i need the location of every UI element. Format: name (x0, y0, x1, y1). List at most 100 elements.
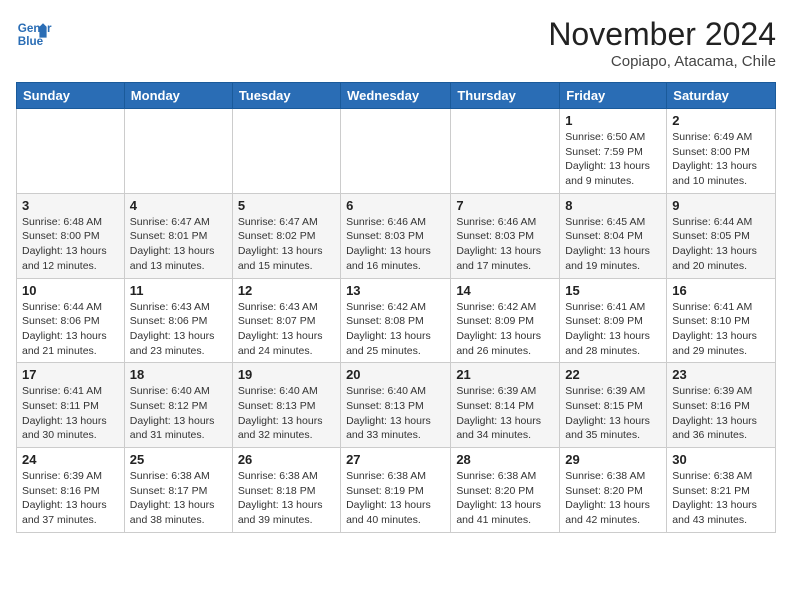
calendar-week-3: 10 Sunrise: 6:44 AM Sunset: 8:06 PM Dayli… (17, 278, 776, 363)
calendar-cell: 4 Sunrise: 6:47 AM Sunset: 8:01 PM Daylig… (124, 193, 232, 278)
day-number: 14 (456, 283, 554, 298)
calendar-cell: 8Sunrise: 6:45 AM Sunset: 8:04 PM Daylig… (560, 193, 667, 278)
calendar-cell: 30Sunrise: 6:38 AM Sunset: 8:21 PM Dayli… (667, 448, 776, 533)
day-info: Sunrise: 6:41 AM Sunset: 8:11 PM Dayligh… (22, 384, 119, 443)
day-info: Sunrise: 6:39 AM Sunset: 8:15 PM Dayligh… (565, 384, 661, 443)
day-info: Sunrise: 6:38 AM Sunset: 8:20 PM Dayligh… (456, 469, 554, 528)
weekday-header-friday: Friday (560, 83, 667, 109)
day-info: Sunrise: 6:47 AM Sunset: 8:01 PM Dayligh… (130, 215, 227, 274)
calendar-cell: 19 Sunrise: 6:40 AM Sunset: 8:13 PM Dayli… (232, 363, 340, 448)
day-info: Sunrise: 6:47 AM Sunset: 8:02 PM Dayligh… (238, 215, 335, 274)
day-number: 16 (672, 283, 770, 298)
calendar-cell: 27 Sunrise: 6:38 AM Sunset: 8:19 PM Dayli… (341, 448, 451, 533)
day-number: 7 (456, 198, 554, 213)
calendar-cell (232, 109, 340, 194)
day-number: 10 (22, 283, 119, 298)
calendar-cell: 29 Sunrise: 6:38 AM Sunset: 8:20 PM Dayli… (560, 448, 667, 533)
day-info: Sunrise: 6:43 AM Sunset: 8:06 PM Dayligh… (130, 300, 227, 359)
day-info: Sunrise: 6:41 AM Sunset: 8:09 PM Dayligh… (565, 300, 661, 359)
day-info: Sunrise: 6:43 AM Sunset: 8:07 PM Dayligh… (238, 300, 335, 359)
calendar-cell: 1 Sunrise: 6:50 AM Sunset: 7:59 PM Daylig… (560, 109, 667, 194)
day-info: Sunrise: 6:48 AM Sunset: 8:00 PM Dayligh… (22, 215, 119, 274)
calendar-cell: 3 Sunrise: 6:48 AM Sunset: 8:00 PM Daylig… (17, 193, 125, 278)
calendar-table: SundayMondayTuesdayWednesdayThursdayFrid… (16, 82, 776, 533)
location-subtitle: Copiapo, Atacama, Chile (548, 53, 776, 70)
weekday-header-row: SundayMondayTuesdayWednesdayThursdayFrid… (17, 83, 776, 109)
page-header: General Blue November 2024 Copiapo, Atac… (16, 16, 776, 70)
calendar-cell: 17 Sunrise: 6:41 AM Sunset: 8:11 PM Dayli… (17, 363, 125, 448)
weekday-header-thursday: Thursday (451, 83, 560, 109)
svg-text:General: General (18, 22, 52, 35)
calendar-cell: 2 Sunrise: 6:49 AM Sunset: 8:00 PM Daylig… (667, 109, 776, 194)
weekday-header-saturday: Saturday (667, 83, 776, 109)
day-info: Sunrise: 6:40 AM Sunset: 8:13 PM Dayligh… (238, 384, 335, 443)
calendar-cell: 18 Sunrise: 6:40 AM Sunset: 8:12 PM Dayli… (124, 363, 232, 448)
day-number: 15 (565, 283, 661, 298)
day-number: 19 (238, 367, 335, 382)
day-info: Sunrise: 6:46 AM Sunset: 8:03 PM Dayligh… (456, 215, 554, 274)
day-number: 4 (130, 198, 227, 213)
day-info: Sunrise: 6:38 AM Sunset: 8:19 PM Dayligh… (346, 469, 445, 528)
day-number: 26 (238, 452, 335, 467)
day-number: 1 (565, 113, 661, 128)
calendar-cell: 28 Sunrise: 6:38 AM Sunset: 8:20 PM Dayli… (451, 448, 560, 533)
month-title: November 2024 (548, 16, 776, 53)
day-info: Sunrise: 6:40 AM Sunset: 8:13 PM Dayligh… (346, 384, 445, 443)
day-info: Sunrise: 6:42 AM Sunset: 8:08 PM Dayligh… (346, 300, 445, 359)
day-info: Sunrise: 6:49 AM Sunset: 8:00 PM Dayligh… (672, 130, 770, 189)
calendar-cell (341, 109, 451, 194)
day-number: 22 (565, 367, 661, 382)
day-info: Sunrise: 6:50 AM Sunset: 7:59 PM Dayligh… (565, 130, 661, 189)
day-info: Sunrise: 6:40 AM Sunset: 8:12 PM Dayligh… (130, 384, 227, 443)
logo: General Blue (16, 16, 52, 52)
day-number: 23 (672, 367, 770, 382)
day-info: Sunrise: 6:39 AM Sunset: 8:16 PM Dayligh… (22, 469, 119, 528)
calendar-cell: 14 Sunrise: 6:42 AM Sunset: 8:09 PM Dayli… (451, 278, 560, 363)
calendar-cell: 12 Sunrise: 6:43 AM Sunset: 8:07 PM Dayli… (232, 278, 340, 363)
day-number: 28 (456, 452, 554, 467)
day-info: Sunrise: 6:38 AM Sunset: 8:20 PM Dayligh… (565, 469, 661, 528)
calendar-cell: 16 Sunrise: 6:41 AM Sunset: 8:10 PM Dayli… (667, 278, 776, 363)
calendar-cell: 5 Sunrise: 6:47 AM Sunset: 8:02 PM Daylig… (232, 193, 340, 278)
calendar-cell: 20 Sunrise: 6:40 AM Sunset: 8:13 PM Dayli… (341, 363, 451, 448)
calendar-cell (451, 109, 560, 194)
day-number: 17 (22, 367, 119, 382)
weekday-header-tuesday: Tuesday (232, 83, 340, 109)
day-number: 5 (238, 198, 335, 213)
calendar-cell (17, 109, 125, 194)
day-number: 2 (672, 113, 770, 128)
day-number: 29 (565, 452, 661, 467)
day-number: 3 (22, 198, 119, 213)
day-number: 12 (238, 283, 335, 298)
day-info: Sunrise: 6:39 AM Sunset: 8:14 PM Dayligh… (456, 384, 554, 443)
calendar-week-2: 3 Sunrise: 6:48 AM Sunset: 8:00 PM Daylig… (17, 193, 776, 278)
day-info: Sunrise: 6:44 AM Sunset: 8:06 PM Dayligh… (22, 300, 119, 359)
day-number: 21 (456, 367, 554, 382)
title-area: November 2024 Copiapo, Atacama, Chile (548, 16, 776, 70)
weekday-header-monday: Monday (124, 83, 232, 109)
calendar-cell: 21 Sunrise: 6:39 AM Sunset: 8:14 PM Dayli… (451, 363, 560, 448)
day-number: 18 (130, 367, 227, 382)
calendar-week-4: 17 Sunrise: 6:41 AM Sunset: 8:11 PM Dayli… (17, 363, 776, 448)
day-number: 25 (130, 452, 227, 467)
day-number: 30 (672, 452, 770, 467)
day-info: Sunrise: 6:45 AM Sunset: 8:04 PM Dayligh… (565, 215, 661, 274)
day-number: 9 (672, 198, 770, 213)
calendar-cell: 22 Sunrise: 6:39 AM Sunset: 8:15 PM Dayli… (560, 363, 667, 448)
day-info: Sunrise: 6:41 AM Sunset: 8:10 PM Dayligh… (672, 300, 770, 359)
day-number: 13 (346, 283, 445, 298)
calendar-cell (124, 109, 232, 194)
day-info: Sunrise: 6:42 AM Sunset: 8:09 PM Dayligh… (456, 300, 554, 359)
calendar-cell: 24 Sunrise: 6:39 AM Sunset: 8:16 PM Dayli… (17, 448, 125, 533)
day-number: 24 (22, 452, 119, 467)
day-info: Sunrise: 6:38 AM Sunset: 8:17 PM Dayligh… (130, 469, 227, 528)
day-number: 20 (346, 367, 445, 382)
day-number: 11 (130, 283, 227, 298)
day-number: 6 (346, 198, 445, 213)
calendar-week-5: 24 Sunrise: 6:39 AM Sunset: 8:16 PM Dayli… (17, 448, 776, 533)
day-info: Sunrise: 6:44 AM Sunset: 8:05 PM Dayligh… (672, 215, 770, 274)
day-number: 27 (346, 452, 445, 467)
day-info: Sunrise: 6:39 AM Sunset: 8:16 PM Dayligh… (672, 384, 770, 443)
calendar-cell: 11 Sunrise: 6:43 AM Sunset: 8:06 PM Dayli… (124, 278, 232, 363)
weekday-header-wednesday: Wednesday (341, 83, 451, 109)
